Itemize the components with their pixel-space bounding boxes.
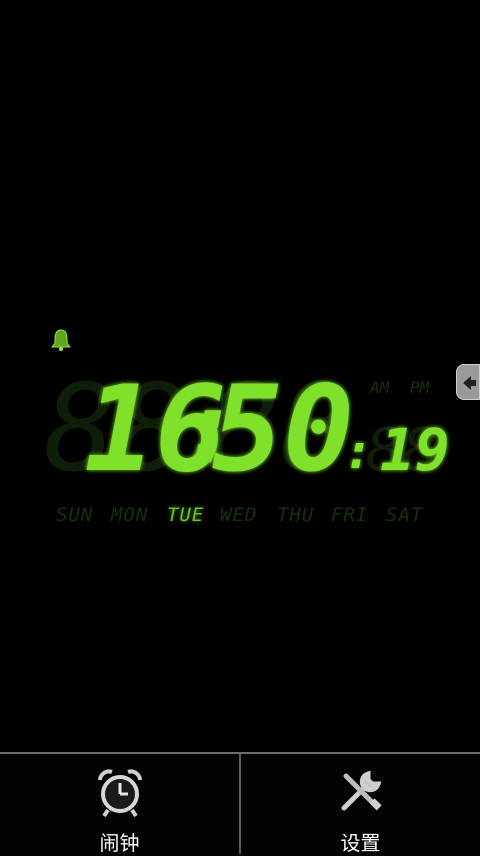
- clock-seconds: 19: [380, 416, 450, 484]
- day-sat: SAT: [386, 504, 424, 526]
- alarm-clock-icon: [97, 769, 142, 818]
- day-wed: WED: [220, 504, 258, 526]
- day-fri: FRI: [331, 504, 369, 526]
- seconds-colon: :: [344, 424, 373, 480]
- side-drawer-tab[interactable]: [456, 364, 480, 400]
- am-indicator: AM: [370, 378, 390, 397]
- weekday-row: SUN MON TUE WED THU FRI SAT: [56, 504, 436, 530]
- pm-indicator: PM: [410, 378, 430, 397]
- clock-minutes: 50: [212, 360, 354, 498]
- bottom-toolbar: 闹钟 设置: [0, 752, 480, 855]
- settings-button-label: 设置: [340, 831, 381, 855]
- day-mon: MON: [111, 504, 149, 526]
- wrench-screwdriver-icon: [341, 770, 382, 811]
- day-thu: THU: [277, 504, 315, 526]
- clock-digits: 88 88 88 16 : 50 : 19: [44, 360, 450, 499]
- settings-button[interactable]: 设置: [241, 754, 480, 855]
- day-tue: TUE: [167, 504, 205, 526]
- arrow-left-icon: [463, 376, 476, 390]
- clock-display: 88 88 88 16 : 50 : 19 AM PM SUN MON TUE …: [0, 0, 480, 752]
- alarm-button-label: 闹钟: [99, 831, 140, 855]
- alarm-button[interactable]: 闹钟: [0, 754, 239, 855]
- day-sun: SUN: [56, 504, 94, 526]
